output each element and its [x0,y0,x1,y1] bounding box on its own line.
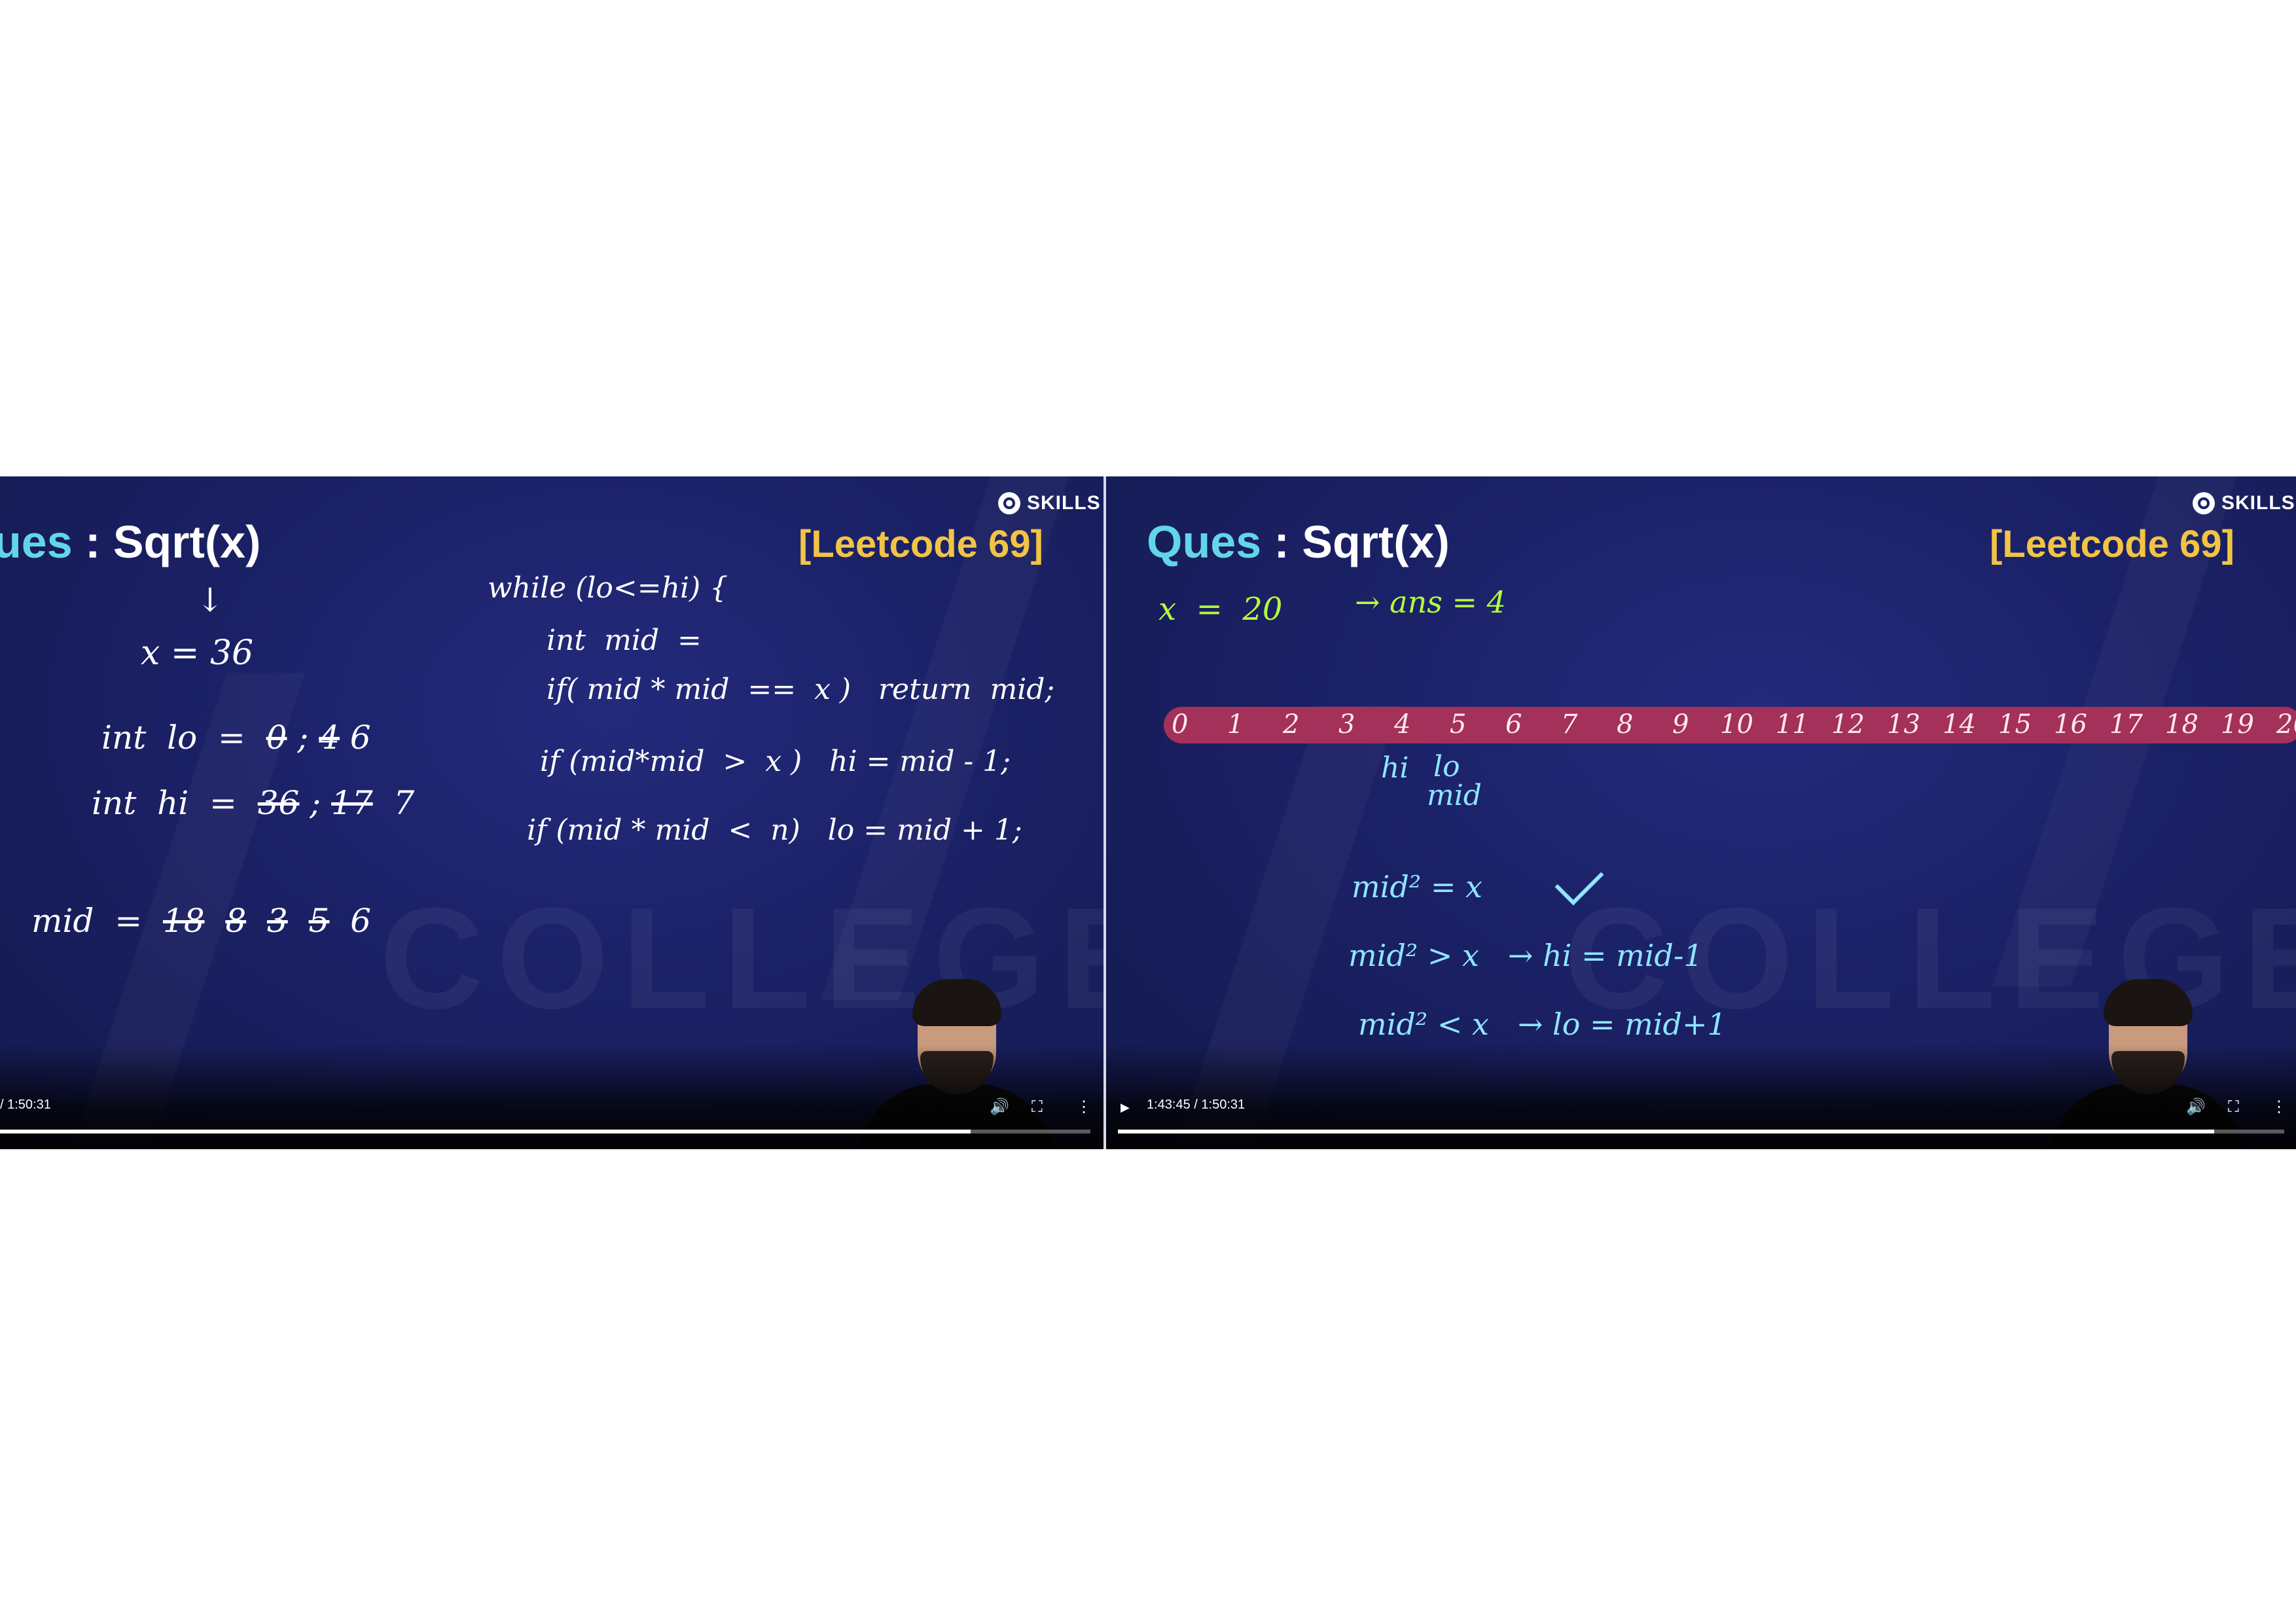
brand-logo: SKILLS [998,492,1101,514]
array-element: 20 [2276,709,2296,740]
board-int-mid-line: int mid = [547,624,702,657]
array-element: 2 [1283,709,1300,740]
video-controls: ▶ 1:43:45 / 1:50:31 🔊 ⛶ ⋮ [1106,1044,2296,1149]
title-problem: : Sqrt(x) [85,516,261,567]
hi-pointer-label: hi [1381,751,1409,785]
array-element: 1 [1227,709,1244,740]
array-element: 10 [1720,709,1753,740]
board-x-line: x = 36 [141,633,254,673]
array-element: 18 [2165,709,2198,740]
video-time: / 1:50:31 [0,1097,51,1112]
rule-equal: mid² = x [1352,869,1482,904]
array-element: 17 [2109,709,2143,740]
array-element: 14 [1943,709,1976,740]
video-time: 1:43:45 / 1:50:31 [1147,1097,1246,1112]
board-hi-line: int hi = 36 ; 17 7 [92,784,415,822]
board-while-line: while (lo<=hi) { [488,571,728,605]
title-ques: ues [0,516,73,567]
array-element: 19 [2221,709,2254,740]
array-element: 4 [1394,709,1411,740]
brand-logo: SKILLS [2193,492,2295,514]
array-element: 9 [1672,709,1689,740]
array-element: 11 [1776,709,1809,740]
volume-icon[interactable]: 🔊 [990,1099,1009,1115]
down-arrow: ↓ [196,581,224,619]
array-element: 13 [1887,709,1920,740]
more-options-icon[interactable]: ⋮ [2271,1099,2287,1115]
video-frame-right[interactable]: COLLEGE SKILLS Ques : Sqrt(x) [Leetcode … [1106,476,2296,1149]
leetcode-label: [Leetcode 69] [798,523,1043,565]
board-mid-line: mid = 18 8 3 5 6 [31,902,371,940]
rule-less: mid² < x → lo = mid+1 [1358,1007,1727,1042]
page-title: Ques : Sqrt(x) [1147,516,1450,568]
array-element: 8 [1617,709,1634,740]
board-x-line: x = 20 [1158,591,1283,628]
array-element: 6 [1505,709,1522,740]
logo-icon [998,492,1020,514]
play-icon[interactable]: ▶ [1121,1099,1130,1115]
progress-bar[interactable] [1118,1130,2284,1133]
board-if-equal-line: if( mid * mid == x ) return mid; [547,673,1055,706]
array-element: 16 [2054,709,2087,740]
title-problem: : Sqrt(x) [1274,516,1450,567]
progress-bar[interactable] [0,1130,1090,1133]
video-frame-left[interactable]: COLLEGE SKILLS ues : Sqrt(x) [Leetcode 6… [0,476,1103,1149]
rule-greater: mid² > x → hi = mid-1 [1348,938,1703,973]
fullscreen-icon[interactable]: ⛶ [2228,1099,2239,1115]
brand-name: SKILLS [1027,492,1101,514]
array-element: 3 [1338,709,1355,740]
brand-name: SKILLS [2221,492,2295,514]
array-element: 12 [1831,709,1865,740]
board-if-greater-line: if (mid*mid > x ) hi = mid - 1; [540,745,1011,778]
board-lo-line: int lo = 0 ; 4 6 [101,719,371,757]
video-controls: / 1:50:31 🔊 ⛶ ⋮ [0,1044,1103,1149]
progress-fill [1118,1130,2215,1133]
page-title: ues : Sqrt(x) [0,516,260,568]
board-answer-line: → ans = 4 [1355,584,1506,620]
array-element: 7 [1561,709,1578,740]
board-if-less-line: if (mid * mid < n) lo = mid + 1; [527,813,1022,847]
array-element: 0 [1172,709,1189,740]
array-element: 15 [1998,709,2032,740]
leetcode-label: [Leetcode 69] [1990,523,2234,565]
progress-fill [0,1130,971,1133]
array-element: 5 [1450,709,1467,740]
volume-icon[interactable]: 🔊 [2186,1099,2206,1115]
title-ques: Ques [1147,516,1262,567]
fullscreen-icon[interactable]: ⛶ [1031,1099,1043,1115]
more-options-icon[interactable]: ⋮ [1076,1099,1092,1115]
mid-pointer-label: mid [1427,779,1482,812]
logo-icon [2193,492,2215,514]
